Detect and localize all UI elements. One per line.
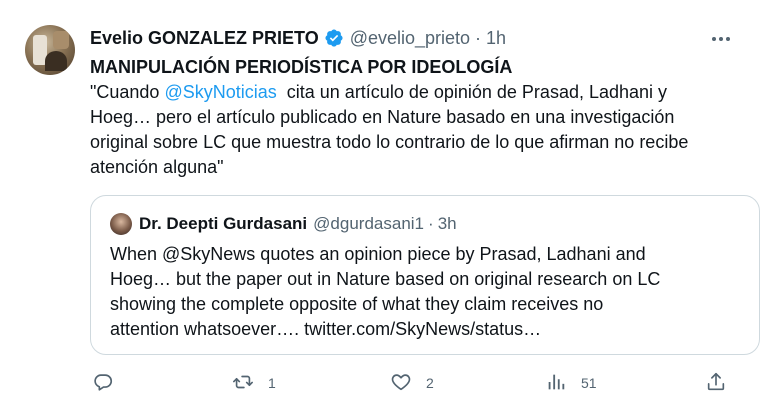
quoted-text-line: When @SkyNews quotes an opinion piece by…: [110, 244, 646, 264]
like-button[interactable]: 2: [390, 365, 434, 401]
quoted-author-avatar[interactable]: [110, 213, 132, 235]
author-handle[interactable]: @evelio_prieto: [350, 28, 470, 49]
tweet-text-line: atención alguna": [90, 157, 224, 177]
quoted-text-line: Hoeg… but the paper out in Nature based …: [110, 269, 661, 289]
quoted-text-line: showing the complete opposite of what th…: [110, 294, 604, 314]
author-avatar[interactable]: [25, 25, 75, 75]
quoted-tweet[interactable]: Dr. Deepti Gurdasani @dgurdasani1 · 3h W…: [90, 195, 760, 355]
tweet-text-line: "Cuando @SkyNoticias cita un artículo de…: [90, 80, 667, 105]
tweet-text-fragment: cita un artículo de opinión de Prasad, L…: [276, 82, 668, 102]
tweet-header: Evelio GONZALEZ PRIETO @evelio_prieto · …: [90, 26, 506, 50]
quoted-tweet-time[interactable]: 3h: [438, 214, 457, 234]
author-name[interactable]: Evelio GONZALEZ PRIETO: [90, 28, 319, 49]
retweet-icon: [232, 371, 254, 396]
share-button[interactable]: [705, 365, 727, 401]
views-count: 51: [581, 375, 597, 391]
tweet-text-line: original sobre LC que muestra todo lo co…: [90, 132, 689, 152]
share-icon: [705, 371, 727, 396]
mention-link[interactable]: @SkyNoticias: [164, 82, 276, 102]
views-button[interactable]: 51: [545, 365, 597, 401]
tweet-card[interactable]: Evelio GONZALEZ PRIETO @evelio_prieto · …: [0, 0, 778, 412]
heart-icon: [390, 371, 412, 396]
quoted-author-name[interactable]: Dr. Deepti Gurdasani: [139, 214, 307, 234]
tweet-time[interactable]: 1h: [486, 28, 506, 49]
quoted-header-separator: ·: [428, 214, 434, 233]
tweet-headline: MANIPULACIÓN PERIODÍSTICA POR IDEOLOGÍA: [90, 57, 513, 77]
verified-badge-icon: [324, 28, 344, 48]
action-bar: 1 2 51: [0, 365, 778, 401]
tweet-text-line: Hoeg… pero el artículo publicado en Natu…: [90, 107, 675, 127]
header-separator: ·: [475, 27, 482, 48]
reply-button[interactable]: [92, 365, 128, 401]
retweet-button[interactable]: 1: [232, 365, 276, 401]
more-icon[interactable]: [706, 28, 736, 50]
tweet-text-fragment: "Cuando: [90, 82, 165, 102]
quoted-text-line: attention whatsoever…. twitter.com/SkyNe…: [110, 319, 542, 339]
like-count: 2: [426, 375, 434, 391]
retweet-count: 1: [268, 375, 276, 391]
quoted-author-handle[interactable]: @dgurdasani1: [313, 214, 424, 234]
views-icon: [545, 371, 567, 396]
quoted-tweet-header: Dr. Deepti Gurdasani @dgurdasani1 · 3h: [139, 212, 457, 236]
reply-icon: [92, 371, 114, 396]
